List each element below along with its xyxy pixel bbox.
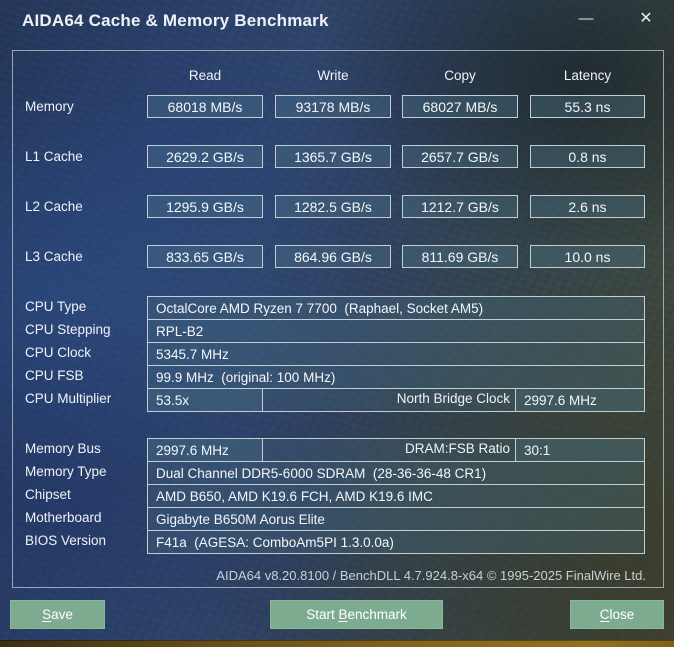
result-value: 68027 MB/s [422,98,498,115]
result-value: 2629.2 GB/s [166,148,244,165]
window-title: AIDA64 Cache & Memory Benchmark [22,11,329,30]
l1-read-result: 2629.2 GB/s [147,145,263,168]
field-value: 5345.7 MHz [156,346,229,362]
column-header-copy: Copy [444,68,476,83]
result-value: 1365.7 GB/s [294,148,372,165]
l2-copy-result: 1212.7 GB/s [402,195,518,218]
result-value: 811.69 GB/s [421,248,499,265]
field-value: AMD B650, AMD K19.6 FCH, AMD K19.6 IMC [156,488,433,504]
field-value: OctalCore AMD Ryzen 7 7700 (Raphael, Soc… [156,300,484,316]
result-value: 2657.7 GB/s [421,148,499,165]
row-label-cpu-type: CPU Type [25,299,87,314]
row-label-cpu-fsb: CPU FSB [25,368,84,383]
close-dialog-button[interactable]: Close [570,600,664,629]
start-benchmark-button[interactable]: Start Benchmark [270,600,443,629]
close-icon: ✕ [639,10,653,27]
field-value: F41a (AGESA: ComboAm5PI 1.3.0.0a) [156,534,394,550]
result-value: 68018 MB/s [167,98,243,115]
result-value: 93178 MB/s [295,98,371,115]
result-value: 1282.5 GB/s [294,198,372,215]
benchmark-window: AIDA64 Cache & Memory Benchmark — ✕ Read… [0,0,674,647]
field-value: 2997.6 MHz [156,442,229,458]
l2-latency-result: 2.6 ns [530,195,645,218]
result-value: 55.3 ns [564,98,611,115]
l3-write-result: 864.96 GB/s [275,245,391,268]
cpu-type-field: OctalCore AMD Ryzen 7 7700 (Raphael, Soc… [147,296,645,320]
cpu-clock-field: 5345.7 MHz [147,342,645,366]
l3-copy-result: 811.69 GB/s [402,245,518,268]
result-value: 864.96 GB/s [294,248,372,265]
row-label-l3-cache: L3 Cache [25,249,83,264]
field-value: 53.5x [156,392,190,408]
l1-copy-result: 2657.7 GB/s [402,145,518,168]
row-label-cpu-stepping: CPU Stepping [25,322,111,337]
chipset-field: AMD B650, AMD K19.6 FCH, AMD K19.6 IMC [147,484,645,508]
field-value: RPL-B2 [156,323,204,339]
save-button-label: Save [42,607,73,622]
row-label-l2-cache: L2 Cache [25,199,83,214]
field-value: Gigabyte B650M Aorus Elite [156,511,325,527]
memory-read-result: 68018 MB/s [147,95,263,118]
cpu-stepping-field: RPL-B2 [147,319,645,343]
row-label-memory-type: Memory Type [25,464,107,479]
memory-bus-field: 2997.6 MHz [147,438,263,462]
version-text: AIDA64 v8.20.8100 / BenchDLL 4.7.924.8-x… [216,568,646,583]
start-benchmark-button-label: Start Benchmark [306,607,407,622]
column-header-latency: Latency [563,68,612,83]
result-value: 1212.7 GB/s [421,198,499,215]
field-value: 2997.6 MHz [524,392,597,408]
north-bridge-clock-label: North Bridge Clock [396,391,510,406]
memory-latency-result: 55.3 ns [530,95,645,118]
row-label-cpu-multiplier: CPU Multiplier [25,391,112,406]
cpu-fsb-field: 99.9 MHz (original: 100 MHz) [147,365,645,389]
row-label-bios-version: BIOS Version [25,533,107,548]
memory-type-field: Dual Channel DDR5-6000 SDRAM (28-36-36-4… [147,461,645,485]
cpu-multiplier-field: 53.5x [147,388,263,412]
l1-write-result: 1365.7 GB/s [275,145,391,168]
memory-write-result: 93178 MB/s [275,95,391,118]
l2-read-result: 1295.9 GB/s [147,195,263,218]
row-label-l1-cache: L1 Cache [25,149,83,164]
minimize-button[interactable]: — [570,4,602,32]
dram-fsb-ratio-label: DRAM:FSB Ratio [404,441,510,456]
close-button[interactable]: ✕ [630,4,662,32]
row-label-memory: Memory [25,99,74,114]
bios-version-field: F41a (AGESA: ComboAm5PI 1.3.0.0a) [147,530,645,554]
row-label-cpu-clock: CPU Clock [25,345,92,360]
close-dialog-button-label: Close [599,607,635,622]
field-value: 30:1 [524,442,551,458]
dram-fsb-ratio-field: 30:1 [515,438,645,462]
l2-write-result: 1282.5 GB/s [275,195,391,218]
row-label-memory-bus: Memory Bus [25,441,101,456]
result-value: 10.0 ns [564,248,611,265]
l3-read-result: 833.65 GB/s [147,245,263,268]
column-header-read: Read [188,68,222,83]
memory-copy-result: 68027 MB/s [402,95,518,118]
field-value: 99.9 MHz (original: 100 MHz) [156,369,336,385]
window-bottom-edge [0,640,674,647]
column-header-write: Write [317,68,349,83]
l3-latency-result: 10.0 ns [530,245,645,268]
field-value: Dual Channel DDR5-6000 SDRAM (28-36-36-4… [156,465,487,481]
result-value: 0.8 ns [568,148,607,165]
north-bridge-clock-field: 2997.6 MHz [515,388,645,412]
row-label-motherboard: Motherboard [25,510,102,525]
l1-latency-result: 0.8 ns [530,145,645,168]
minimize-icon: — [578,9,594,27]
result-value: 2.6 ns [568,198,607,215]
motherboard-field: Gigabyte B650M Aorus Elite [147,507,645,531]
result-value: 833.65 GB/s [166,248,244,265]
result-value: 1295.9 GB/s [166,198,244,215]
save-button[interactable]: Save [10,600,105,629]
row-label-chipset: Chipset [25,487,71,502]
